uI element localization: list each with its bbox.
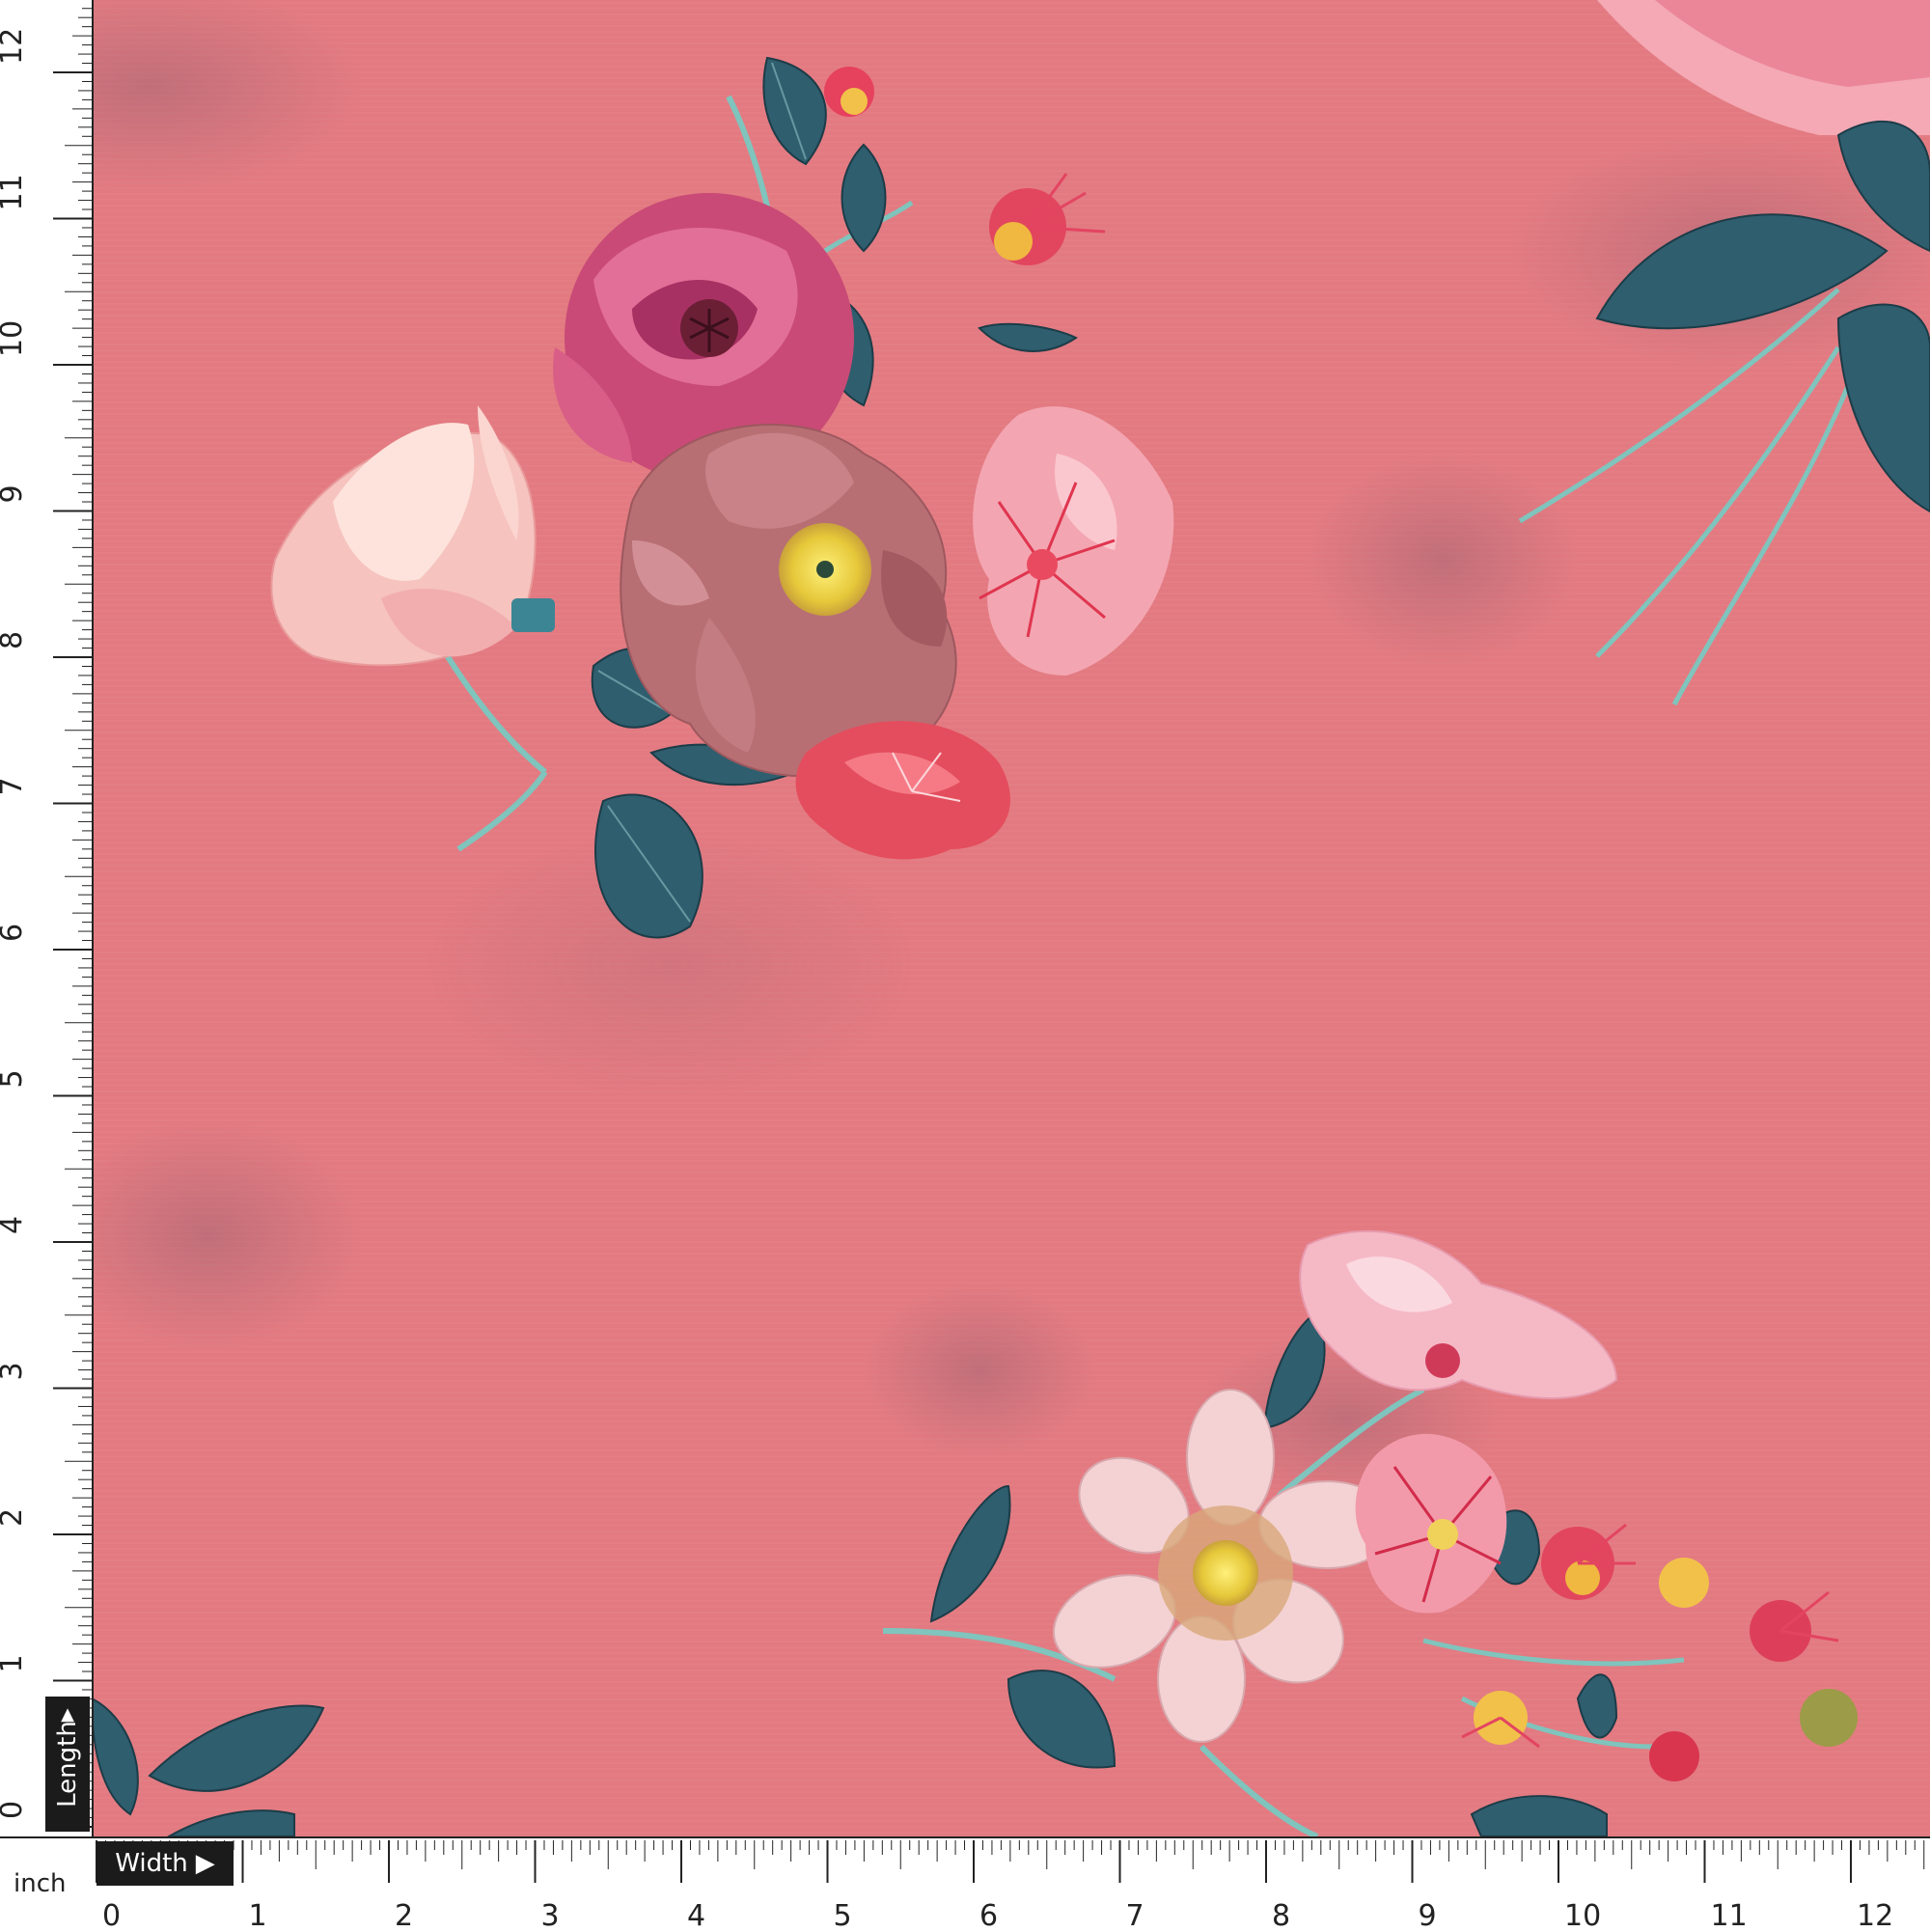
length-label: Length xyxy=(53,1721,82,1808)
length-tick-label: 3 xyxy=(0,1362,29,1380)
length-tick-label: 12 xyxy=(0,28,29,65)
width-tick-label: 4 xyxy=(687,1899,705,1932)
length-ruler: 0123456789101112 ▲ Length xyxy=(0,0,94,1836)
length-tick-label: 2 xyxy=(0,1508,29,1527)
length-ruler-scale: 0123456789101112 xyxy=(0,8,92,1828)
triangle-right-icon: ▶ xyxy=(195,1849,215,1878)
width-ruler: 0 1 2 3 4 5 6 7 8 9 10 11 12 xyxy=(0,1836,1930,1932)
length-tick-label: 4 xyxy=(0,1216,29,1234)
fabric-photo xyxy=(92,0,1930,1836)
width-tick-label: 10 xyxy=(1564,1899,1601,1932)
width-tick-label: 6 xyxy=(979,1899,998,1932)
length-tab: ▲ Length xyxy=(45,1697,90,1832)
width-tick-label: 5 xyxy=(834,1899,852,1932)
length-tick-label: 1 xyxy=(0,1654,29,1672)
length-tick-label: 0 xyxy=(0,1801,29,1819)
unit-label: inch xyxy=(14,1869,67,1898)
length-tick-label: 7 xyxy=(0,777,29,795)
width-tick-label: 3 xyxy=(541,1899,560,1932)
length-tick-label: 6 xyxy=(0,924,29,942)
length-tick-label: 8 xyxy=(0,631,29,649)
length-tick-label: 9 xyxy=(0,484,29,503)
width-tick-label: 9 xyxy=(1419,1899,1437,1932)
length-tick-label: 5 xyxy=(0,1069,29,1088)
width-tick-label: 2 xyxy=(395,1899,413,1932)
width-tab: Width ▶ xyxy=(96,1841,234,1886)
width-tick-label: 12 xyxy=(1857,1899,1893,1932)
length-tick-label: 11 xyxy=(0,174,29,210)
width-ruler-scale: 0 1 2 3 4 5 6 7 8 9 10 11 12 xyxy=(96,1840,1925,1932)
width-label: Width xyxy=(115,1849,188,1878)
width-tick-label: 0 xyxy=(102,1899,121,1932)
width-tick-label: 1 xyxy=(249,1899,267,1932)
width-tick-label: 8 xyxy=(1272,1899,1290,1932)
length-tick-label: 10 xyxy=(0,320,29,357)
width-tick-label: 7 xyxy=(1126,1899,1144,1932)
width-tick-label: 11 xyxy=(1711,1899,1748,1932)
